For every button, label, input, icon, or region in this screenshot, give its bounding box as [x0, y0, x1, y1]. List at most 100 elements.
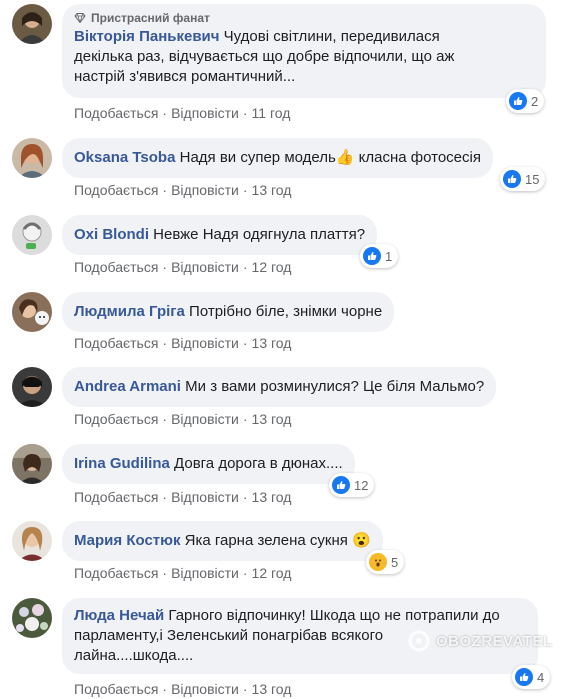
avatar[interactable] [12, 292, 52, 332]
comment-actions: Подобається · Відповісти · 13 год [74, 334, 291, 352]
reaction-count[interactable]: 12 [329, 473, 375, 497]
comment-text-line: декілька раз, відчувається що добре відп… [74, 48, 455, 65]
reaction-number: 15 [525, 171, 540, 187]
comment-text: Довга дорога в дюнах.... [174, 455, 343, 472]
comment-actions: Подобається · Відповісти · 13 год [74, 181, 291, 199]
reaction-count[interactable]: 1 [360, 244, 399, 268]
comment-text: Потрібно біле, знімки чорне [189, 303, 383, 320]
reply-button[interactable]: Відповісти [171, 335, 239, 351]
comment-bubble: Andrea Armani Ми з вами розминулися? Це … [62, 367, 497, 407]
comment-author[interactable]: Oksana Tsoba [74, 149, 175, 166]
separator: · [162, 259, 168, 275]
badge-label: Пристрасний фанат [91, 11, 210, 25]
comment-actions: Подобається · Відповісти · 12 год [74, 564, 291, 582]
fan-badge: Пристрасний фанат [74, 10, 534, 26]
timestamp[interactable]: 11 год [252, 105, 291, 121]
watermark: OBOZREVATEL [408, 630, 553, 652]
avatar[interactable] [12, 138, 52, 178]
separator: · [242, 259, 248, 275]
like-button[interactable]: Подобається [74, 681, 158, 697]
comment-text: Надя ви супер модель👍 класна фотосесія [179, 149, 481, 166]
separator: · [242, 182, 248, 198]
separator: · [242, 565, 248, 581]
like-button[interactable]: Подобається [74, 489, 158, 505]
watermark-text: OBOZREVATEL [436, 632, 553, 650]
like-button[interactable]: Подобається [74, 565, 158, 581]
like-button[interactable]: Подобається [74, 182, 158, 198]
comment-actions: Подобається · Відповісти · 13 год [74, 680, 291, 698]
separator: · [162, 411, 168, 427]
reply-button[interactable]: Відповісти [171, 182, 239, 198]
comment-bubble: Людмила Гріга Потрібно біле, знімки чорн… [62, 292, 395, 332]
reply-button[interactable]: Відповісти [171, 489, 239, 505]
timestamp[interactable]: 13 год [252, 681, 292, 697]
timestamp[interactable]: 13 год [252, 335, 292, 351]
comment-actions: Подобається · Відповісти · 13 год [74, 410, 291, 428]
comment-bubble: Мария Костюк Яка гарна зелена сукня 😮 [62, 521, 383, 561]
like-icon [503, 170, 521, 188]
separator: · [162, 335, 168, 351]
reaction-number: 2 [531, 93, 539, 109]
separator: · [162, 681, 168, 697]
avatar[interactable] [12, 4, 52, 44]
like-button[interactable]: Подобається [74, 105, 158, 121]
comment-bubble: Oxi Blondi Невже Надя одягнула плаття? [62, 215, 378, 255]
separator: · [162, 565, 168, 581]
comment-author[interactable]: Irina Gudilina [74, 455, 170, 472]
separator: · [162, 489, 168, 505]
reply-button[interactable]: Відповісти [171, 565, 239, 581]
comment-text: Гарного відпочинку! Шкода що не потрапил… [168, 607, 500, 624]
separator: · [162, 105, 168, 121]
reaction-number: 5 [391, 554, 399, 570]
timestamp[interactable]: 12 год [252, 565, 292, 581]
separator: · [242, 105, 248, 121]
comment-bubble: Пристрасний фанат Вікторія Панькевич Чуд… [62, 4, 546, 98]
reaction-number: 12 [354, 477, 369, 493]
reaction-count[interactable]: 2 [506, 89, 545, 113]
timestamp[interactable]: 12 год [252, 259, 292, 275]
avatar[interactable] [12, 367, 52, 407]
comment-bubble: Oksana Tsoba Надя ви супер модель👍 класн… [62, 138, 493, 178]
comment-actions: Подобається · Відповісти · 13 год [74, 488, 291, 506]
separator: · [242, 489, 248, 505]
like-button[interactable]: Подобається [74, 335, 158, 351]
reaction-number: 4 [537, 669, 545, 685]
reply-button[interactable]: Відповісти [171, 105, 239, 121]
reaction-count[interactable]: 5 [366, 550, 405, 574]
like-button[interactable]: Подобається [74, 411, 158, 427]
timestamp[interactable]: 13 год [252, 489, 292, 505]
reply-button[interactable]: Відповісти [171, 411, 239, 427]
reply-button[interactable]: Відповісти [171, 259, 239, 275]
comment-bubble: Irina Gudilina Довга дорога в дюнах.... [62, 444, 355, 484]
like-icon [509, 92, 527, 110]
reaction-number: 1 [385, 248, 393, 264]
timestamp[interactable]: 13 год [252, 182, 292, 198]
comment-author[interactable]: Людмила Гріга [74, 303, 185, 320]
comment-author[interactable]: Andrea Armani [74, 378, 181, 395]
comment-author[interactable]: Люда Нечай [74, 607, 164, 624]
comment-text: Невже Надя одягнула плаття? [153, 226, 366, 243]
like-icon [515, 668, 533, 686]
obozrevatel-logo-icon [408, 630, 430, 652]
comment-text-line: настрій з'явився романтичний... [74, 68, 296, 85]
avatar[interactable] [12, 598, 52, 638]
comment-text: Яка гарна зелена сукня 😮 [184, 532, 371, 549]
like-button[interactable]: Подобається [74, 259, 158, 275]
reaction-count[interactable]: 4 [512, 665, 551, 689]
separator: · [162, 182, 168, 198]
comment-author[interactable]: Вікторія Панькевич [74, 28, 219, 45]
reaction-count[interactable]: 15 [500, 167, 546, 191]
comment-text: Чудові світлини, передивилася [223, 28, 440, 45]
avatar[interactable] [12, 521, 52, 561]
comment-author[interactable]: Oxi Blondi [74, 226, 149, 243]
like-icon [332, 476, 350, 494]
diamond-icon [74, 13, 86, 23]
comment-author[interactable]: Мария Костюк [74, 532, 180, 549]
avatar[interactable] [12, 444, 52, 484]
avatar[interactable] [12, 215, 52, 255]
timestamp[interactable]: 13 год [252, 411, 292, 427]
separator: · [242, 411, 248, 427]
reply-button[interactable]: Відповісти [171, 681, 239, 697]
comment-text: Ми з вами розминулися? Це біля Мальмо? [185, 378, 485, 395]
separator: · [242, 335, 248, 351]
